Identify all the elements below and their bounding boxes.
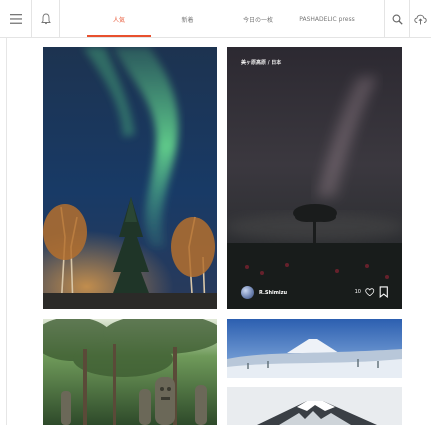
upload-cloud-icon bbox=[414, 14, 427, 24]
photo-author[interactable]: R.Shimizu bbox=[241, 286, 287, 299]
photo-card-aurora[interactable] bbox=[43, 47, 217, 309]
like-count: 10 bbox=[354, 289, 361, 296]
snow-peak-photo bbox=[227, 387, 402, 425]
tab-photo-of-the-day[interactable]: 今日の一枚 bbox=[228, 0, 288, 38]
snow-landscape-photo bbox=[227, 319, 402, 378]
tab-popular[interactable]: 人気 bbox=[87, 0, 151, 38]
photo-actions: 10 bbox=[355, 286, 388, 298]
tab-pashadelic-press[interactable]: PASHADELIC press bbox=[292, 0, 362, 38]
search-button[interactable] bbox=[384, 0, 409, 38]
aurora-photo bbox=[43, 47, 217, 309]
photo-card-fuji[interactable] bbox=[227, 319, 402, 378]
upload-button[interactable] bbox=[409, 0, 431, 38]
photo-location-caption: 美ヶ原高原 / 日本 bbox=[241, 60, 282, 66]
bell-icon bbox=[40, 13, 51, 25]
tab-new[interactable]: 新着 bbox=[160, 0, 215, 38]
left-divider bbox=[6, 38, 7, 425]
search-icon bbox=[392, 14, 403, 25]
avatar[interactable] bbox=[241, 286, 254, 299]
photo-card-peak[interactable] bbox=[227, 387, 402, 425]
forest-statues-photo bbox=[43, 319, 217, 425]
menu-button[interactable] bbox=[0, 0, 32, 38]
bookmark-icon[interactable] bbox=[379, 286, 389, 298]
photo-card-featured[interactable]: 美ヶ原高原 / 日本 R.Shimizu 10 bbox=[227, 47, 402, 309]
night-tree-photo bbox=[227, 47, 402, 309]
photo-card-forest[interactable] bbox=[43, 319, 217, 425]
author-name[interactable]: R.Shimizu bbox=[259, 290, 287, 296]
notifications-button[interactable] bbox=[32, 0, 60, 38]
menu-icon bbox=[9, 14, 22, 24]
active-tab-indicator bbox=[87, 35, 151, 37]
heart-icon[interactable] bbox=[365, 288, 375, 297]
top-nav-bar: 人気 新着 今日の一枚 PASHADELIC press bbox=[0, 0, 431, 38]
